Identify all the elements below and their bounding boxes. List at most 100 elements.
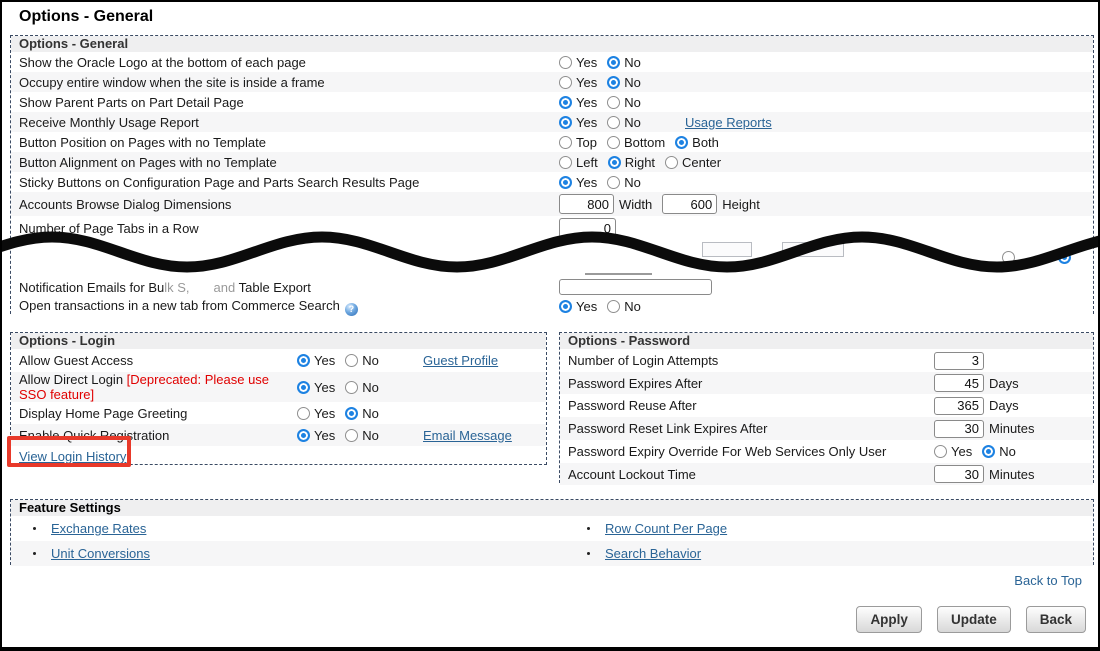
section-feature-settings: Feature Settings Exchange Rates Row Coun… bbox=[10, 499, 1094, 566]
guest-profile-link[interactable]: Guest Profile bbox=[423, 353, 498, 368]
apply-button[interactable]: Apply bbox=[856, 606, 922, 633]
minutes-unit-label: Minutes bbox=[989, 421, 1035, 436]
password-expires-input[interactable] bbox=[934, 374, 984, 392]
setting-row-button-alignment: Button Alignment on Pages with no Templa… bbox=[11, 152, 1093, 172]
account-lockout-input[interactable] bbox=[934, 465, 984, 483]
row-label: Show Parent Parts on Part Detail Page bbox=[19, 94, 244, 110]
radio-yes-selected[interactable] bbox=[297, 428, 310, 442]
radio-yes-selected[interactable] bbox=[559, 115, 572, 129]
setting-row-open-transactions: Open transactions in a new tab from Comm… bbox=[11, 298, 1093, 316]
row-label: Show the Oracle Logo at the bottom of ea… bbox=[19, 54, 306, 70]
radio-no-selected[interactable] bbox=[982, 445, 996, 458]
setting-row-browse-dialog-dimensions: Accounts Browse Dialog Dimensions Width … bbox=[11, 192, 1093, 216]
row-count-per-page-link[interactable]: Row Count Per Page bbox=[605, 521, 727, 536]
setting-row-oracle-logo: Show the Oracle Logo at the bottom of ea… bbox=[11, 52, 1093, 72]
radio-no-selected[interactable] bbox=[607, 75, 621, 89]
view-login-history-link[interactable]: View Login History bbox=[19, 449, 126, 464]
setting-row-sticky-buttons: Sticky Buttons on Configuration Page and… bbox=[11, 172, 1093, 192]
radio-no[interactable] bbox=[607, 300, 621, 313]
radio-group: Left Right Center bbox=[559, 155, 731, 170]
notification-emails-input[interactable] bbox=[559, 279, 712, 295]
torn-remnant-box bbox=[702, 242, 752, 257]
radio-center[interactable] bbox=[665, 155, 679, 169]
radio-group: Yes No bbox=[297, 380, 389, 395]
radio-yes-selected[interactable] bbox=[559, 300, 572, 313]
radio-yes-selected[interactable] bbox=[297, 380, 310, 394]
radio-no[interactable] bbox=[607, 95, 621, 109]
radio-group: Yes No bbox=[559, 175, 651, 190]
app-window: Options - General Options - General Show… bbox=[0, 0, 1100, 651]
setting-row-direct-login: Allow Direct Login [Deprecated: Please u… bbox=[11, 372, 546, 402]
height-unit-label: Height bbox=[722, 196, 760, 212]
section-options-general: Options - General Show the Oracle Logo a… bbox=[10, 35, 1094, 316]
bullet-icon bbox=[587, 527, 590, 530]
radio-no[interactable] bbox=[607, 175, 621, 189]
row-label: Number of Login Attempts bbox=[568, 353, 719, 368]
section-options-password: Options - Password Number of Login Attem… bbox=[559, 332, 1094, 485]
row-label: Password Reset Link Expires After bbox=[568, 421, 768, 436]
radio-group: Yes No bbox=[559, 75, 651, 90]
back-button[interactable]: Back bbox=[1025, 606, 1086, 633]
setting-row-password-reuse: Password Reuse After Days bbox=[560, 394, 1093, 417]
row-label: Password Expires After bbox=[568, 375, 703, 391]
search-behavior-link[interactable]: Search Behavior bbox=[605, 546, 701, 561]
row-label: Enable Quick Registration bbox=[19, 427, 170, 443]
setting-row-reset-link-expires: Password Reset Link Expires After Minute… bbox=[560, 417, 1093, 440]
setting-row-guest-access: Allow Guest Access Yes No Guest Profile bbox=[11, 349, 546, 372]
dialog-width-input[interactable] bbox=[559, 194, 614, 214]
dialog-height-input[interactable] bbox=[662, 194, 718, 214]
radio-both-selected[interactable] bbox=[675, 135, 689, 149]
radio-left[interactable] bbox=[559, 155, 572, 169]
radio-yes[interactable] bbox=[559, 55, 572, 69]
radio-bottom[interactable] bbox=[606, 135, 620, 149]
row-label: Sticky Buttons on Configuration Page and… bbox=[19, 174, 420, 190]
exchange-rates-link[interactable]: Exchange Rates bbox=[51, 521, 146, 536]
radio-group: Yes No bbox=[559, 299, 651, 314]
usage-reports-link[interactable]: Usage Reports bbox=[685, 115, 772, 130]
radio-no[interactable] bbox=[345, 380, 359, 394]
email-message-link[interactable]: Email Message bbox=[423, 428, 512, 443]
password-reuse-input[interactable] bbox=[934, 396, 984, 415]
row-label: Button Position on Pages with no Templat… bbox=[19, 134, 266, 150]
unit-conversions-link[interactable]: Unit Conversions bbox=[51, 546, 150, 561]
radio-no[interactable] bbox=[345, 354, 359, 367]
radio-yes[interactable] bbox=[934, 445, 947, 458]
radio-no-selected[interactable] bbox=[607, 55, 621, 69]
radio-group: Yes No bbox=[297, 353, 423, 368]
login-attempts-input[interactable] bbox=[934, 351, 984, 370]
radio-no[interactable] bbox=[607, 115, 621, 129]
row-label: Password Expiry Override For Web Service… bbox=[568, 444, 887, 459]
back-to-top-link[interactable]: Back to Top bbox=[1014, 573, 1082, 588]
radio-yes-selected[interactable] bbox=[297, 354, 310, 367]
row-label-torn: Notification Emails for Bulk S, and Table… bbox=[19, 279, 311, 295]
row-label: Receive Monthly Usage Report bbox=[19, 114, 199, 130]
bullet-icon bbox=[33, 552, 36, 555]
radio-right-selected[interactable] bbox=[607, 155, 621, 169]
days-unit-label: Days bbox=[989, 398, 1019, 413]
radio-top[interactable] bbox=[559, 135, 572, 149]
page-title: Options - General bbox=[19, 8, 154, 25]
setting-row-expiry-override: Password Expiry Override For Web Service… bbox=[560, 440, 1093, 463]
radio-yes-selected[interactable] bbox=[559, 95, 572, 109]
row-label: Allow Guest Access bbox=[19, 353, 134, 368]
setting-row-usage-report: Receive Monthly Usage Report Yes No Usag… bbox=[11, 112, 1093, 132]
reset-link-expires-input[interactable] bbox=[934, 419, 984, 438]
radio-yes[interactable] bbox=[559, 75, 572, 89]
radio-yes-selected[interactable] bbox=[559, 175, 572, 189]
row-label: Account Lockout Time bbox=[568, 466, 696, 482]
login-history-row: View Login History bbox=[11, 446, 546, 467]
setting-row-password-expires: Password Expires After Days bbox=[560, 372, 1093, 394]
torn-remnant-radio-selected bbox=[1058, 251, 1071, 264]
radio-no[interactable] bbox=[345, 428, 359, 442]
row-label: Display Home Page Greeting bbox=[19, 405, 188, 421]
radio-group: Yes No bbox=[559, 55, 651, 70]
minutes-unit-label: Minutes bbox=[989, 466, 1035, 482]
radio-group: Yes No bbox=[559, 95, 651, 110]
radio-yes[interactable] bbox=[297, 406, 310, 420]
bullet-icon bbox=[587, 552, 590, 555]
page-tabs-input[interactable] bbox=[559, 218, 616, 238]
radio-no-selected[interactable] bbox=[345, 406, 359, 420]
help-icon[interactable]: ? bbox=[344, 302, 358, 316]
setting-row-account-lockout: Account Lockout Time Minutes bbox=[560, 463, 1093, 485]
update-button[interactable]: Update bbox=[936, 606, 1011, 633]
